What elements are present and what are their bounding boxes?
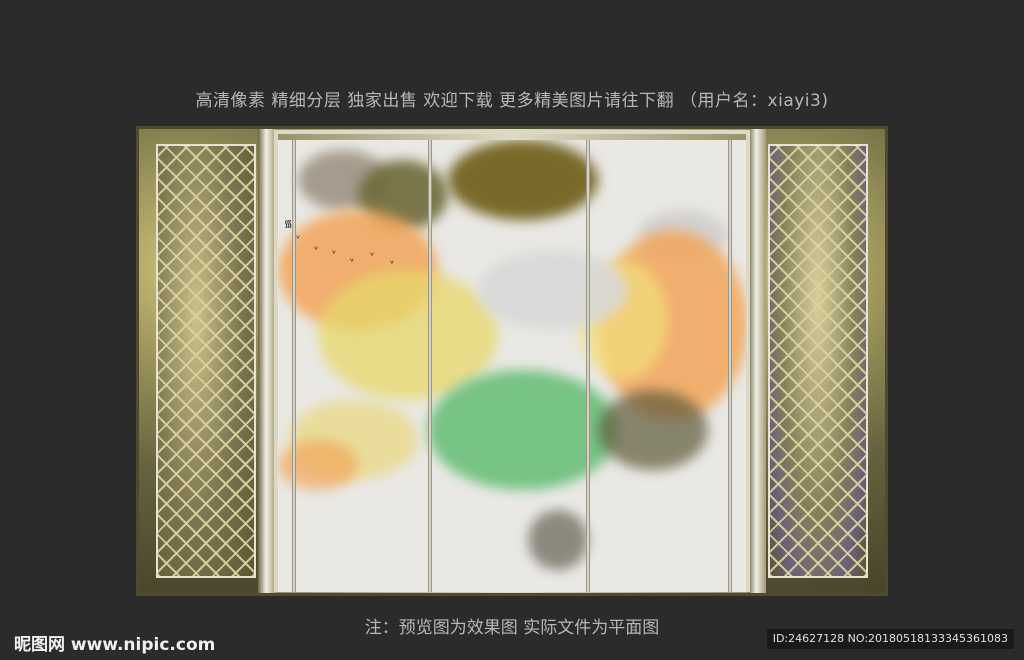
artwork-screen-preview: ᯾ ᵛ ᵛ ᵛ ᵛ ᵛ ᵛ: [136, 126, 888, 596]
header-text: 高清像素 精细分层 独家出售 欢迎下载 更多精美图片请往下翻 （用户名：xiay…: [195, 91, 829, 111]
outer-frame: [136, 126, 888, 596]
site-watermark: 昵图网 www.nipic.com: [14, 635, 216, 655]
image-id-stamp: ID:24627128 NO:20180518133345361083: [766, 629, 1014, 649]
